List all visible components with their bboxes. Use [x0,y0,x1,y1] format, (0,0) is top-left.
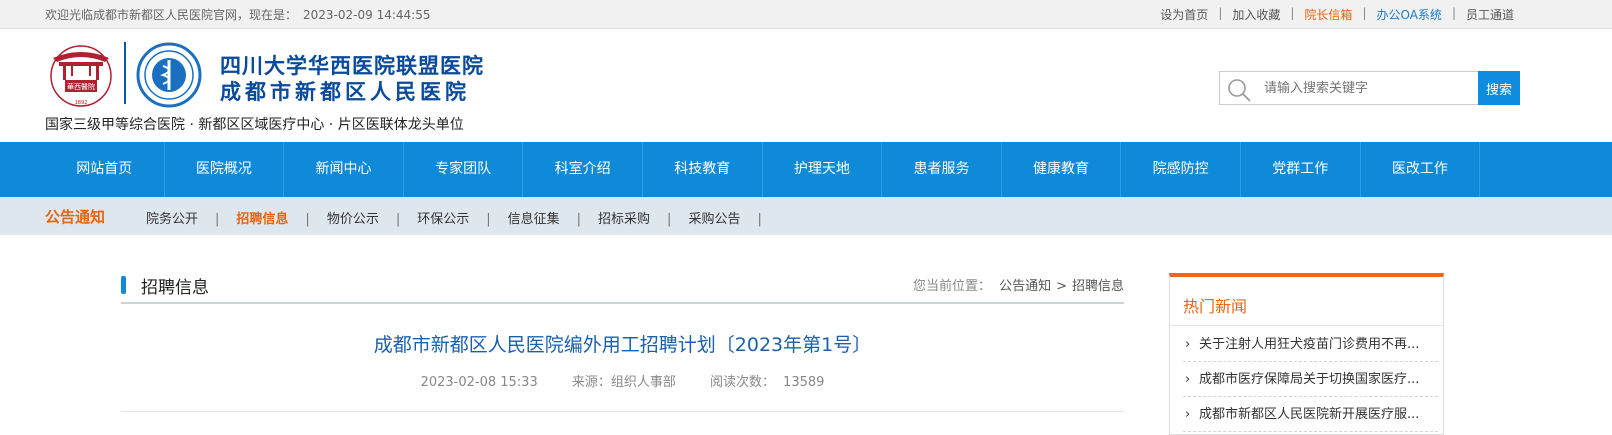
chevron-right-icon: › [1185,337,1191,352]
article-source: 来源：组织人事部 [571,375,676,390]
section-marker [121,276,126,294]
subnav-item-label: 院务公开 [146,212,199,227]
article-views-count: 13589 [783,375,825,390]
site-logo[interactable]: 華西醫院 1892 四川大学华西医院联盟医院 成都市新都区人民医院 [45,42,495,122]
search-icon [1228,79,1251,102]
subnav-item-procurement[interactable]: 采购公告 | [688,208,761,227]
breadcrumb-current-link[interactable]: 招聘信息 [1072,279,1124,294]
separator: | [305,212,310,227]
hot-news-item-title: 成都市医疗保障局关于切换国家医疗... [1199,372,1420,387]
hot-news-item-title: 关于注射人用狂犬疫苗门诊费用不再... [1199,337,1420,352]
subnav-item-hospital-affairs[interactable]: 院务公开 | [146,208,219,227]
subnav-item-info-collection[interactable]: 信息征集 | [508,208,581,227]
set-homepage-link[interactable]: 设为首页 [1160,6,1208,23]
hot-news-panel: 热门新闻 › 关于注射人用狂犬疫苗门诊费用不再... › 成都市医疗保障局关于切换国… [1169,273,1444,435]
separator: | [667,212,672,227]
hospital-title-line2: 成都市新都区人民医院 [220,79,470,104]
search-button[interactable]: 搜索 [1478,71,1520,105]
article-views-label: 阅读次数： [710,375,776,390]
emblem-text: 華西醫院 [67,82,95,91]
separator: | [395,212,401,227]
nav-item-education[interactable]: 科技教育 [643,142,763,197]
welcome-message: 欢迎光临成都市新都区人民医院官网，现在是： [45,8,298,22]
main-navigation: 网站首页 医院概况 新闻中心 专家团队 科室介绍 科技教育 护理天地 患者服务 … [0,142,1612,197]
separator: | [757,212,762,227]
subnav-item-price-notice[interactable]: 物价公示 | [327,208,400,227]
separator: | [486,212,491,227]
subnav-item-environmental-notice[interactable]: 环保公示 | [417,208,490,227]
nav-item-experts[interactable]: 专家团队 [404,142,524,197]
separator: | [1218,6,1223,20]
hot-news-item[interactable]: › 成都市医疗保障局关于切换国家医疗... [1183,362,1438,397]
subnav-item-recruitment[interactable]: 招聘信息 | [236,208,309,227]
welcome-text: 欢迎光临成都市新都区人民医院官网，现在是： 2023-02-09 14:44:55 [45,6,430,23]
nav-item-party-work[interactable]: 党群工作 [1241,142,1361,197]
current-datetime: 2023-02-09 14:44:55 [303,8,431,22]
breadcrumb-label: 您当前位置： [913,279,992,294]
subnav-item-label: 物价公示 [326,212,379,227]
separator: | [215,212,220,227]
separator: | [1290,6,1295,20]
section-header: 招聘信息 您当前位置： 公告通知 > 招聘信息 [121,270,1124,304]
subnav-item-label: 招聘信息 [236,212,289,227]
subnav-item-label: 信息征集 [507,212,560,227]
subnav-item-label: 环保公示 [417,212,470,227]
top-bar: 欢迎光临成都市新都区人民医院官网，现在是： 2023-02-09 14:44:55… [0,0,1612,29]
nav-item-overview[interactable]: 医院概况 [165,142,285,197]
article-meta: 2023-02-08 15:33 来源：组织人事部 阅读次数： 13589 [121,371,1124,390]
breadcrumb-parent-link[interactable]: 公告通知 [999,279,1051,294]
hospital-slogan: 国家三级甲等综合医院 · 新都区区域医疗中心 · 片区医联体龙头单位 [45,117,464,133]
emblem-year: 1892 [75,100,88,106]
nav-item-home[interactable]: 网站首页 [45,142,165,197]
nav-item-medical-reform[interactable]: 医改工作 [1361,142,1481,197]
separator: | [1362,6,1367,20]
article-divider [121,411,1124,412]
article-date: 2023-02-08 15:33 [420,375,538,390]
hot-news-item[interactable]: › 成都市新都区人民医院新开展医疗服... [1183,397,1438,432]
breadcrumb-separator: > [1056,279,1067,294]
subnav-item-label: 招标采购 [598,212,651,227]
hot-news-divider [1170,325,1443,326]
search-input[interactable] [1264,72,1478,104]
hot-news-title: 热门新闻 [1183,297,1248,316]
hospital-emblem [136,42,202,108]
logo-divider [124,42,126,104]
section-title: 招聘信息 [141,278,209,298]
nav-item-infection-control[interactable]: 院感防控 [1121,142,1241,197]
staff-portal-link[interactable]: 员工通道 [1466,6,1514,23]
hot-news-item-title: 成都市新都区人民医院新开展医疗服... [1199,407,1420,422]
nav-item-patient-service[interactable]: 患者服务 [882,142,1002,197]
article-title: 成都市新都区人民医院编外用工招聘计划〔2023年第1号〕 [373,334,872,356]
top-links: 设为首页 | 加入收藏 | 院长信箱 | 办公OA系统 | 员工通道 [1160,6,1514,23]
breadcrumb: 您当前位置： 公告通知 > 招聘信息 [913,275,1124,294]
oa-system-link[interactable]: 办公OA系统 [1376,6,1441,23]
separator: | [1451,6,1456,20]
subnav-item-tender[interactable]: 招标采购 | [598,208,671,227]
nav-item-departments[interactable]: 科室介绍 [523,142,643,197]
add-favorite-link[interactable]: 加入收藏 [1232,6,1280,23]
nav-item-news[interactable]: 新闻中心 [284,142,404,197]
nav-item-nursing[interactable]: 护理天地 [763,142,883,197]
separator: | [576,212,582,227]
subnav-item-label: 采购公告 [688,212,741,227]
search-box: 搜索 [1219,71,1520,105]
west-china-hospital-emblem: 華西醫院 1892 [50,45,112,107]
director-mailbox-link[interactable]: 院长信箱 [1304,6,1352,23]
subnav-category[interactable]: 公告通知 [45,206,105,227]
chevron-right-icon: › [1185,407,1191,422]
nav-item-health-education[interactable]: 健康教育 [1002,142,1122,197]
hot-news-item[interactable]: › 关于注射人用狂犬疫苗门诊费用不再... [1183,327,1438,362]
sub-navigation: 公告通知 院务公开 | 招聘信息 | 物价公示 | 环保公示 | 信息征集 | 招标采购 |… [0,197,1612,235]
chevron-right-icon: › [1185,372,1191,387]
